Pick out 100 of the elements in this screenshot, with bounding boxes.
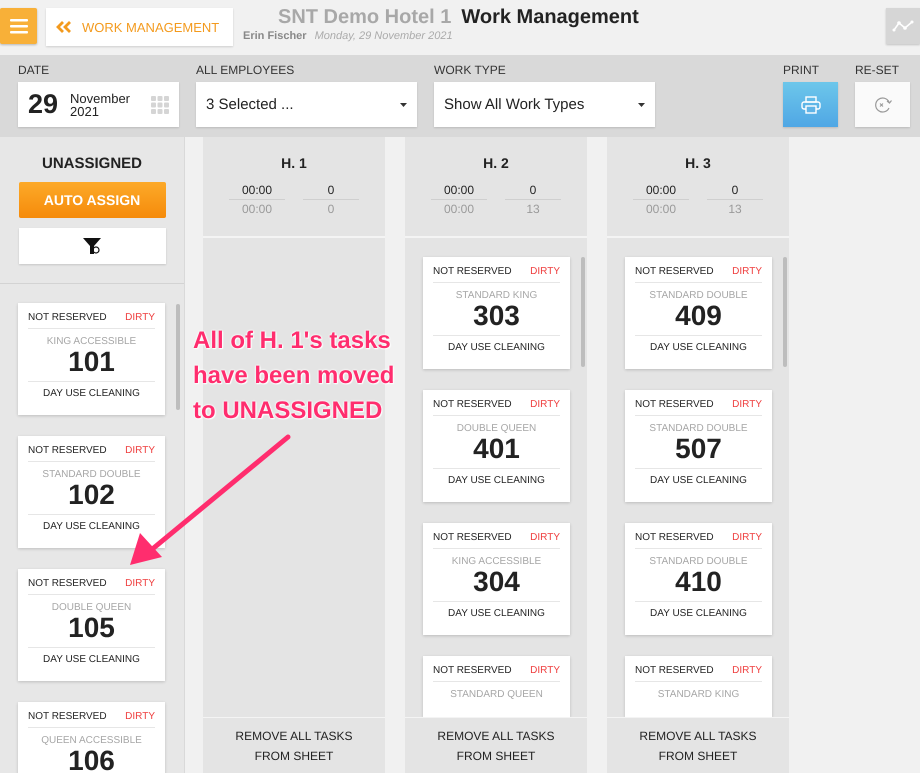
employees-dropdown[interactable]: 3 Selected ... — [196, 82, 417, 127]
total-count: 13 — [728, 201, 742, 216]
reset-button[interactable] — [855, 82, 910, 127]
reservation-status: NOT RESERVED — [28, 312, 107, 323]
menu-button[interactable] — [0, 8, 37, 44]
reservation-status: NOT RESERVED — [433, 665, 512, 676]
work-type: DAY USE CLEANING — [433, 468, 560, 486]
room-status: DIRTY — [530, 266, 560, 277]
reservation-status: NOT RESERVED — [28, 445, 107, 456]
filter-button[interactable] — [18, 228, 166, 264]
room-status: DIRTY — [125, 578, 155, 589]
menu-icon — [10, 18, 28, 34]
task-card[interactable]: NOT RESERVED DIRTY STANDARD DOUBLE 410 DAY USE CLEANING — [625, 523, 772, 635]
task-card[interactable]: NOT RESERVED DIRTY STANDARD QUEEN — [423, 656, 570, 717]
double-chevron-icon — [56, 21, 72, 33]
line-chart-icon — [892, 19, 914, 33]
room-status: DIRTY — [732, 532, 762, 543]
task-card[interactable]: NOT RESERVED DIRTY DOUBLE QUEEN 105 DAY USE CLEANING — [18, 569, 165, 681]
room-status: DIRTY — [530, 665, 560, 676]
assigned-time: 00:00 — [633, 183, 689, 200]
room-type: KING ACCESSIBLE — [452, 556, 542, 567]
reservation-status: NOT RESERVED — [28, 578, 107, 589]
task-card[interactable]: NOT RESERVED DIRTY DOUBLE QUEEN 401 DAY USE CLEANING — [423, 390, 570, 502]
total-count: 0 — [328, 201, 334, 216]
scrollbar[interactable] — [176, 304, 180, 410]
task-card[interactable]: NOT RESERVED DIRTY QUEEN ACCESSIBLE 106 — [18, 702, 165, 773]
work-type-dropdown[interactable]: Show All Work Types — [434, 82, 655, 127]
total-time: 00:00 — [646, 201, 676, 216]
room-number: 410 — [675, 567, 722, 597]
assigned-count: 0 — [505, 183, 561, 200]
housekeeper-name: H. 2 — [483, 155, 509, 171]
work-type: DAY USE CLEANING — [28, 381, 155, 399]
assigned-time: 00:00 — [229, 183, 285, 200]
housekeeper-name: H. 1 — [281, 155, 307, 171]
print-button[interactable] — [783, 82, 838, 127]
task-card[interactable]: NOT RESERVED DIRTY STANDARD DOUBLE 507 DAY USE CLEANING — [625, 390, 772, 502]
employees-label: ALL EMPLOYEES — [196, 63, 296, 77]
room-status: DIRTY — [732, 665, 762, 676]
room-number: 401 — [473, 434, 520, 464]
room-type: STANDARD QUEEN — [450, 689, 543, 700]
user-name: Erin Fischer — [243, 30, 307, 42]
work-type-label: WORK TYPE — [434, 63, 507, 77]
room-type: STANDARD DOUBLE — [649, 423, 748, 434]
hotel-name: SNT Demo Hotel 1 — [278, 6, 452, 29]
room-number: 101 — [68, 347, 115, 377]
room-type: KING ACCESSIBLE — [46, 336, 136, 347]
room-number: 106 — [68, 746, 115, 773]
room-type: DOUBLE QUEEN — [52, 602, 132, 613]
work-type: DAY USE CLEANING — [28, 647, 155, 665]
reset-icon — [872, 96, 892, 114]
room-type: STANDARD DOUBLE — [649, 290, 748, 301]
assigned-count: 0 — [303, 183, 359, 200]
reservation-status: NOT RESERVED — [635, 532, 714, 543]
total-time: 00:00 — [444, 201, 474, 216]
work-type: DAY USE CLEANING — [635, 335, 762, 353]
room-status: DIRTY — [732, 399, 762, 410]
room-status: DIRTY — [125, 312, 155, 323]
chart-button[interactable] — [886, 8, 920, 44]
room-type: STANDARD KING — [456, 290, 538, 301]
task-card[interactable]: NOT RESERVED DIRTY STANDARD DOUBLE 409 DAY USE CLEANING — [625, 257, 772, 369]
calendar-grid-icon — [151, 96, 169, 114]
assigned-time: 00:00 — [431, 183, 487, 200]
room-type: QUEEN ACCESSIBLE — [41, 735, 142, 746]
reservation-status: NOT RESERVED — [635, 399, 714, 410]
room-number: 105 — [68, 613, 115, 643]
room-number: 409 — [675, 301, 722, 331]
task-card[interactable]: NOT RESERVED DIRTY STANDARD DOUBLE 102 DAY USE CLEANING — [18, 436, 165, 548]
work-type: DAY USE CLEANING — [433, 335, 560, 353]
room-status: DIRTY — [125, 711, 155, 722]
reservation-status: NOT RESERVED — [635, 266, 714, 277]
room-status: DIRTY — [125, 445, 155, 456]
room-type: STANDARD DOUBLE — [42, 469, 141, 480]
room-status: DIRTY — [530, 532, 560, 543]
reset-label: RE-SET — [855, 63, 900, 77]
scrollbar[interactable] — [783, 257, 787, 367]
work-type: DAY USE CLEANING — [433, 601, 560, 619]
work-type: DAY USE CLEANING — [635, 468, 762, 486]
task-card[interactable]: NOT RESERVED DIRTY KING ACCESSIBLE 304 DAY USE CLEANING — [423, 523, 570, 635]
task-card[interactable]: NOT RESERVED DIRTY KING ACCESSIBLE 101 DAY USE CLEANING — [18, 303, 165, 415]
funnel-icon — [82, 236, 102, 256]
print-label: PRINT — [783, 63, 820, 77]
date-label: DATE — [18, 63, 50, 77]
caret-icon — [400, 102, 407, 106]
reservation-status: NOT RESERVED — [433, 532, 512, 543]
room-number: 507 — [675, 434, 722, 464]
task-card[interactable]: NOT RESERVED DIRTY STANDARD KING — [625, 656, 772, 717]
housekeeper-name: H. 3 — [685, 155, 711, 171]
scrollbar[interactable] — [581, 257, 585, 367]
page-title: Work Management — [461, 6, 639, 29]
room-type: STANDARD KING — [658, 689, 740, 700]
room-type: STANDARD DOUBLE — [649, 556, 748, 567]
room-status: DIRTY — [530, 399, 560, 410]
current-date: Monday, 29 November 2021 — [314, 30, 453, 42]
work-type: DAY USE CLEANING — [635, 601, 762, 619]
reservation-status: NOT RESERVED — [433, 266, 512, 277]
work-type: DAY USE CLEANING — [28, 514, 155, 532]
reservation-status: NOT RESERVED — [433, 399, 512, 410]
room-number: 304 — [473, 567, 520, 597]
task-card[interactable]: NOT RESERVED DIRTY STANDARD KING 303 DAY USE CLEANING — [423, 257, 570, 369]
room-type: DOUBLE QUEEN — [456, 423, 536, 434]
